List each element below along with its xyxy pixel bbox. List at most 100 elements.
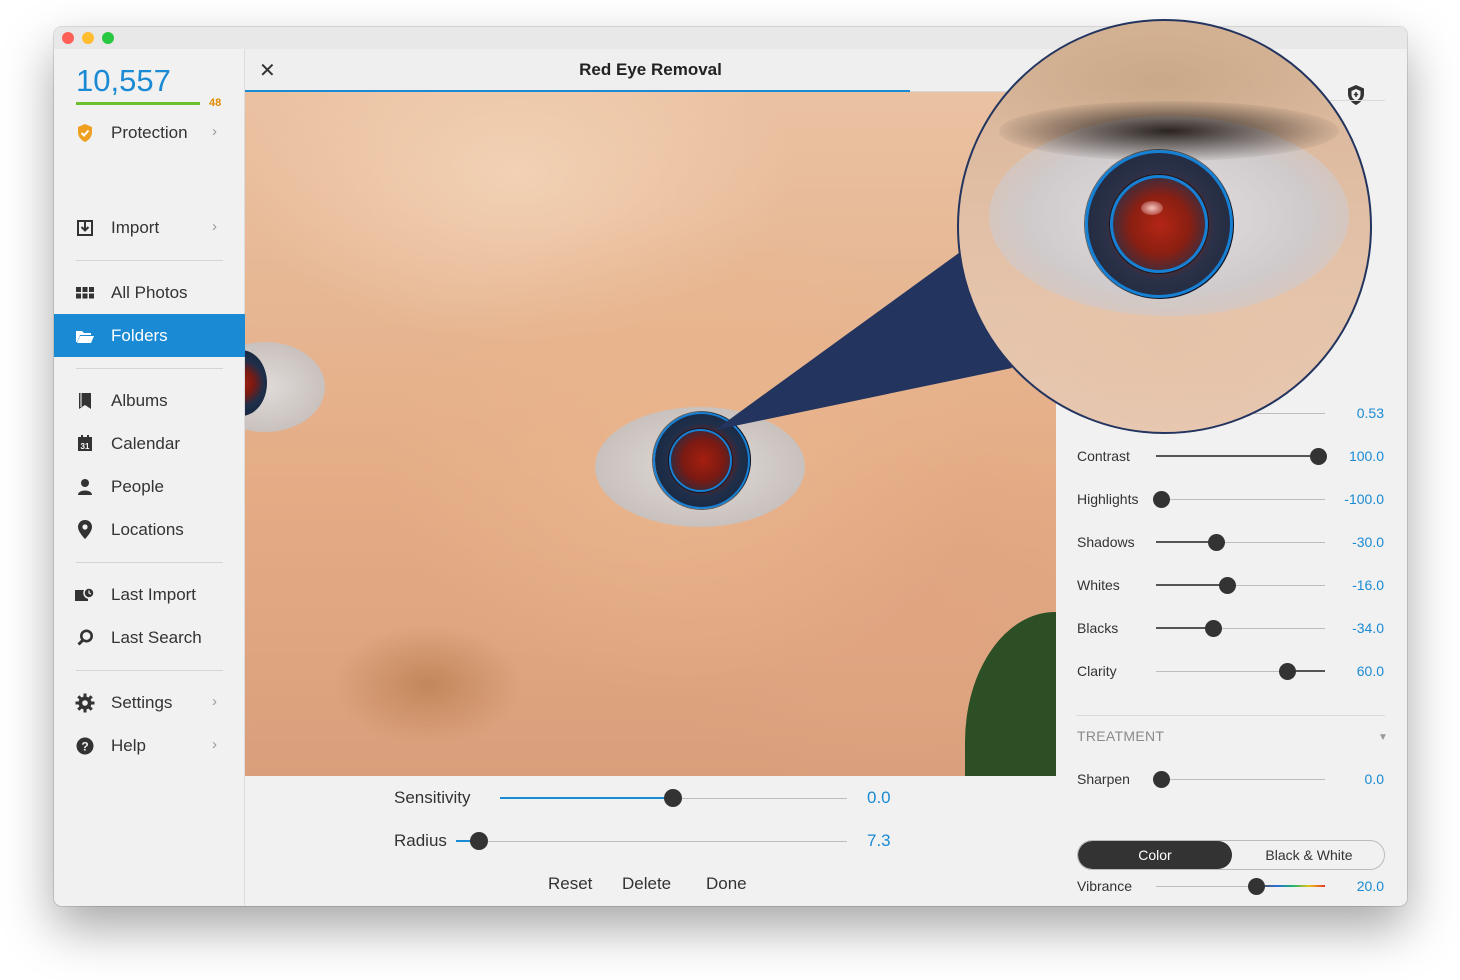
divider — [76, 670, 223, 671]
highlights-value: -100.0 — [1344, 491, 1384, 507]
vibrance-slider-knob[interactable] — [1248, 878, 1265, 895]
sidebar-item-people[interactable]: People — [54, 465, 245, 508]
sensitivity-value: 0.0 — [867, 788, 891, 807]
radius-track[interactable] — [456, 841, 847, 842]
partial-slider-value: 0.53 — [1356, 405, 1384, 421]
shadows-fill — [1156, 541, 1216, 543]
reset-button[interactable]: Reset — [548, 874, 592, 894]
sidebar-item-label: Settings — [111, 692, 173, 712]
sidebar-item-label: Folders — [111, 325, 168, 345]
clarity-slider-knob[interactable] — [1279, 663, 1296, 680]
black-white-segment-button[interactable]: Black & White — [1232, 841, 1384, 869]
sensitivity-fill — [500, 797, 673, 799]
vibrance-label: Vibrance — [1077, 878, 1133, 894]
sidebar-item-label: Albums — [111, 390, 168, 410]
photo-shirt-region — [965, 612, 1056, 776]
sensitivity-slider-knob[interactable] — [664, 789, 682, 807]
highlights-track[interactable] — [1156, 499, 1325, 500]
sharpen-value: 0.0 — [1364, 771, 1384, 787]
person-icon — [75, 477, 95, 497]
divider — [76, 368, 223, 369]
sidebar-item-label: Last Search — [111, 627, 202, 647]
blacks-fill — [1156, 627, 1212, 629]
sharpen-slider-knob[interactable] — [1153, 771, 1170, 788]
sidebar-item-import[interactable]: Import › — [54, 206, 245, 249]
blacks-slider-knob[interactable] — [1205, 620, 1222, 637]
delete-button[interactable]: Delete — [622, 874, 671, 894]
editor-toolbar: ✕ Red Eye Removal — [245, 49, 1056, 92]
help-icon: ? — [75, 736, 95, 756]
sidebar-item-label: Last Import — [111, 584, 197, 604]
shadows-label: Shadows — [1077, 534, 1135, 550]
minimize-window-button[interactable] — [82, 32, 94, 44]
sidebar-item-label: Help — [111, 735, 146, 755]
divider — [76, 260, 223, 261]
whites-fill — [1156, 584, 1226, 586]
gear-icon — [75, 693, 95, 713]
sidebar-item-calendar[interactable]: 31 Calendar — [54, 422, 245, 465]
chevron-down-icon[interactable]: ▼ — [1378, 732, 1388, 743]
sidebar-item-folders[interactable]: Folders — [54, 314, 245, 357]
divider — [1076, 715, 1385, 716]
sidebar: 10,557 48 Protection › Import › All Phot… — [54, 49, 245, 906]
grid-icon — [75, 283, 95, 303]
radius-label: Radius — [394, 831, 447, 850]
photo-count: 10,557 — [76, 63, 171, 98]
sidebar-item-help[interactable]: ? Help › — [54, 724, 245, 767]
sidebar-item-all-photos[interactable]: All Photos — [54, 271, 245, 314]
magnified-inner-ring — [1110, 175, 1208, 273]
chevron-right-icon: › — [212, 218, 217, 235]
divider — [76, 562, 223, 563]
clarity-value: 60.0 — [1356, 663, 1384, 679]
sidebar-item-last-import[interactable]: Last Import — [54, 573, 245, 616]
tool-title: Red Eye Removal — [579, 60, 722, 79]
sharpen-track[interactable] — [1156, 779, 1325, 780]
magnifier-loupe — [957, 19, 1372, 434]
sharpen-label: Sharpen — [1077, 771, 1130, 787]
count-badge: 48 — [209, 97, 222, 109]
photo-canvas[interactable] — [245, 92, 1056, 776]
zoom-window-button[interactable] — [102, 32, 114, 44]
close-window-button[interactable] — [62, 32, 74, 44]
color-segment-button[interactable]: Color — [1078, 841, 1232, 869]
clarity-label: Clarity — [1077, 663, 1117, 679]
sidebar-item-locations[interactable]: Locations — [54, 508, 245, 551]
highlights-slider-knob[interactable] — [1153, 491, 1170, 508]
contrast-value: 100.0 — [1348, 448, 1384, 464]
vibrance-value: 20.0 — [1356, 878, 1384, 894]
highlights-label: Highlights — [1077, 491, 1139, 507]
sidebar-item-label: Import — [111, 217, 160, 237]
contrast-label: Contrast — [1077, 448, 1130, 464]
chevron-right-icon: › — [212, 123, 217, 140]
blacks-value: -34.0 — [1352, 620, 1384, 636]
shield-icon[interactable] — [1346, 84, 1368, 106]
treatment-segmented-control: Color Black & White — [1077, 840, 1385, 870]
sidebar-item-settings[interactable]: Settings › — [54, 681, 245, 724]
whites-slider-knob[interactable] — [1219, 577, 1236, 594]
chevron-right-icon: › — [212, 736, 217, 753]
calendar-icon: 31 — [75, 434, 95, 454]
sidebar-item-protection[interactable]: Protection › — [54, 111, 245, 154]
whites-label: Whites — [1077, 577, 1120, 593]
whites-value: -16.0 — [1352, 577, 1384, 593]
radius-value: 7.3 — [867, 831, 891, 850]
radius-slider-knob[interactable] — [470, 832, 488, 850]
sidebar-item-label: Locations — [111, 519, 184, 539]
sensitivity-label: Sensitivity — [394, 788, 471, 807]
sidebar-item-label: All Photos — [111, 282, 188, 302]
blacks-label: Blacks — [1077, 620, 1119, 636]
red-eye-inner-ring[interactable] — [669, 429, 732, 492]
sidebar-item-label: People — [111, 476, 164, 496]
shadows-value: -30.0 — [1352, 534, 1384, 550]
sidebar-item-albums[interactable]: Albums — [54, 379, 245, 422]
shield-icon — [75, 123, 95, 143]
svg-text:31: 31 — [81, 442, 90, 451]
folder-icon — [75, 326, 95, 346]
album-icon — [75, 391, 95, 411]
sidebar-item-last-search[interactable]: Last Search — [54, 616, 245, 659]
sidebar-item-label: Protection — [111, 122, 188, 142]
done-button[interactable]: Done — [706, 874, 747, 894]
shadows-slider-knob[interactable] — [1208, 534, 1225, 551]
search-icon — [75, 628, 95, 648]
treatment-section-title[interactable]: TREATMENT — [1077, 728, 1164, 744]
